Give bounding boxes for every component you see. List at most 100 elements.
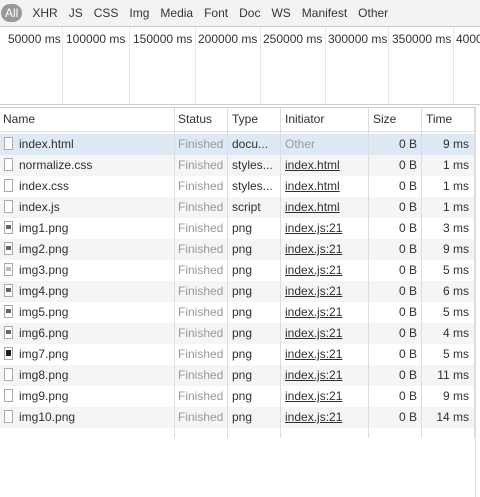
table-row[interactable]: img4.png Finished png index.js:21 0 B 6 ms — [0, 281, 475, 302]
request-name[interactable]: normalize.css — [19, 155, 171, 176]
request-name[interactable]: img7.png — [19, 344, 171, 365]
column-divider[interactable] — [227, 108, 228, 438]
filter-other[interactable]: Other — [353, 4, 393, 22]
request-size: 0 B — [398, 326, 417, 340]
request-name[interactable]: img8.png — [19, 365, 171, 386]
request-initiator[interactable]: index.js:21 — [285, 218, 365, 239]
timeline-tick-label: 300000 ms — [328, 32, 388, 46]
filter-doc[interactable]: Doc — [234, 4, 265, 22]
table-row[interactable]: index.css Finished styles... index.html 0 B 1… — [0, 176, 475, 197]
timeline-gridline — [62, 27, 63, 104]
request-type: script — [232, 200, 261, 214]
column-divider[interactable] — [368, 108, 369, 438]
network-requests-table: Name Status Type Initiator Size Time ind… — [0, 107, 480, 497]
column-header-initiator[interactable]: Initiator — [282, 108, 368, 131]
document-icon — [4, 137, 13, 150]
request-name[interactable]: index.html — [19, 134, 171, 155]
timeline-tick-label: 50000 ms — [8, 32, 61, 46]
filter-manifest[interactable]: Manifest — [297, 4, 352, 22]
image-icon — [4, 263, 13, 276]
request-status: Finished — [178, 137, 224, 151]
request-name[interactable]: img1.png — [19, 218, 171, 239]
timeline-gridline — [129, 27, 130, 104]
column-header-size[interactable]: Size — [370, 108, 420, 131]
request-size: 0 B — [398, 179, 417, 193]
table-row[interactable]: img9.png Finished png index.js:21 0 B 9 ms — [0, 386, 475, 407]
column-divider[interactable] — [280, 108, 281, 438]
request-initiator[interactable]: index.html — [285, 176, 365, 197]
request-name[interactable]: index.css — [19, 176, 171, 197]
table-row[interactable]: normalize.css Finished styles... index.html… — [0, 155, 475, 176]
request-type: png — [232, 284, 253, 298]
table-row[interactable]: index.html Finished docu... Other 0 B 9 ms — [0, 134, 475, 155]
request-name[interactable]: img9.png — [19, 386, 171, 407]
table-row[interactable]: img10.png Finished png index.js:21 0 B 14 ms — [0, 407, 475, 428]
request-initiator[interactable]: index.js:21 — [285, 386, 365, 407]
request-initiator[interactable]: index.js:21 — [285, 407, 365, 428]
request-name[interactable]: img4.png — [19, 281, 171, 302]
request-time: 9 ms — [442, 137, 469, 151]
filter-media[interactable]: Media — [155, 4, 198, 22]
request-initiator: Other — [285, 137, 316, 151]
column-divider[interactable] — [174, 108, 175, 438]
table-row[interactable]: img6.png Finished png index.js:21 0 B 4 ms — [0, 323, 475, 344]
document-icon — [4, 368, 13, 381]
column-divider[interactable] — [421, 108, 422, 438]
request-type: docu... — [232, 137, 269, 151]
timeline-gridline — [453, 27, 454, 104]
filter-font[interactable]: Font — [199, 4, 233, 22]
table-scrollbar[interactable] — [475, 107, 480, 497]
request-initiator[interactable]: index.html — [285, 155, 365, 176]
table-row[interactable]: index.js Finished script index.html 0 B 1 ms — [0, 197, 475, 218]
document-icon — [4, 158, 13, 171]
request-time: 9 ms — [442, 242, 469, 256]
timeline-tick-label: 100000 ms — [66, 32, 126, 46]
timeline-overview[interactable]: 50000 ms 100000 ms 150000 ms 200000 ms 2… — [0, 27, 480, 105]
request-size: 0 B — [398, 263, 417, 277]
request-initiator[interactable]: index.js:21 — [285, 239, 365, 260]
request-name[interactable]: img5.png — [19, 302, 171, 323]
request-initiator[interactable]: index.js:21 — [285, 260, 365, 281]
request-initiator[interactable]: index.js:21 — [285, 323, 365, 344]
request-status: Finished — [178, 263, 224, 277]
column-header-time[interactable]: Time — [423, 108, 475, 131]
filter-css[interactable]: CSS — [89, 4, 124, 22]
request-size: 0 B — [398, 347, 417, 361]
column-header-type[interactable]: Type — [229, 108, 281, 131]
filter-all[interactable]: All — [1, 4, 23, 22]
timeline-tick-label: 4000 — [456, 32, 480, 46]
request-time: 5 ms — [442, 347, 469, 361]
filter-js[interactable]: JS — [64, 4, 88, 22]
request-size: 0 B — [398, 284, 417, 298]
table-row[interactable]: img3.png Finished png index.js:21 0 B 5 ms — [0, 260, 475, 281]
table-row[interactable]: img2.png Finished png index.js:21 0 B 9 ms — [0, 239, 475, 260]
request-name[interactable]: index.js — [19, 197, 171, 218]
request-name[interactable]: img6.png — [19, 323, 171, 344]
table-row[interactable]: img1.png Finished png index.js:21 0 B 3 ms — [0, 218, 475, 239]
filter-img[interactable]: Img — [124, 4, 154, 22]
request-status: Finished — [178, 389, 224, 403]
document-icon — [4, 179, 13, 192]
request-name[interactable]: img3.png — [19, 260, 171, 281]
table-row[interactable]: img8.png Finished png index.js:21 0 B 11 ms — [0, 365, 475, 386]
request-initiator[interactable]: index.js:21 — [285, 281, 365, 302]
request-initiator[interactable]: index.js:21 — [285, 344, 365, 365]
request-name[interactable]: img2.png — [19, 239, 171, 260]
request-initiator[interactable]: index.js:21 — [285, 302, 365, 323]
table-row[interactable]: img5.png Finished png index.js:21 0 B 5 ms — [0, 302, 475, 323]
filter-ws[interactable]: WS — [266, 4, 295, 22]
request-time: 5 ms — [442, 305, 469, 319]
request-name[interactable]: img10.png — [19, 407, 171, 428]
request-type: png — [232, 389, 253, 403]
timeline-gridline — [388, 27, 389, 104]
table-row[interactable]: img7.png Finished png index.js:21 0 B 5 ms — [0, 344, 475, 365]
column-header-name[interactable]: Name — [0, 108, 174, 131]
column-header-status[interactable]: Status — [175, 108, 227, 131]
filter-xhr[interactable]: XHR — [27, 4, 62, 22]
request-type: png — [232, 263, 253, 277]
image-icon — [4, 347, 13, 360]
resource-type-filter-bar: All XHR JS CSS Img Media Font Doc WS Man… — [0, 0, 480, 27]
request-initiator[interactable]: index.js:21 — [285, 365, 365, 386]
image-icon — [4, 242, 13, 255]
request-initiator[interactable]: index.html — [285, 197, 365, 218]
